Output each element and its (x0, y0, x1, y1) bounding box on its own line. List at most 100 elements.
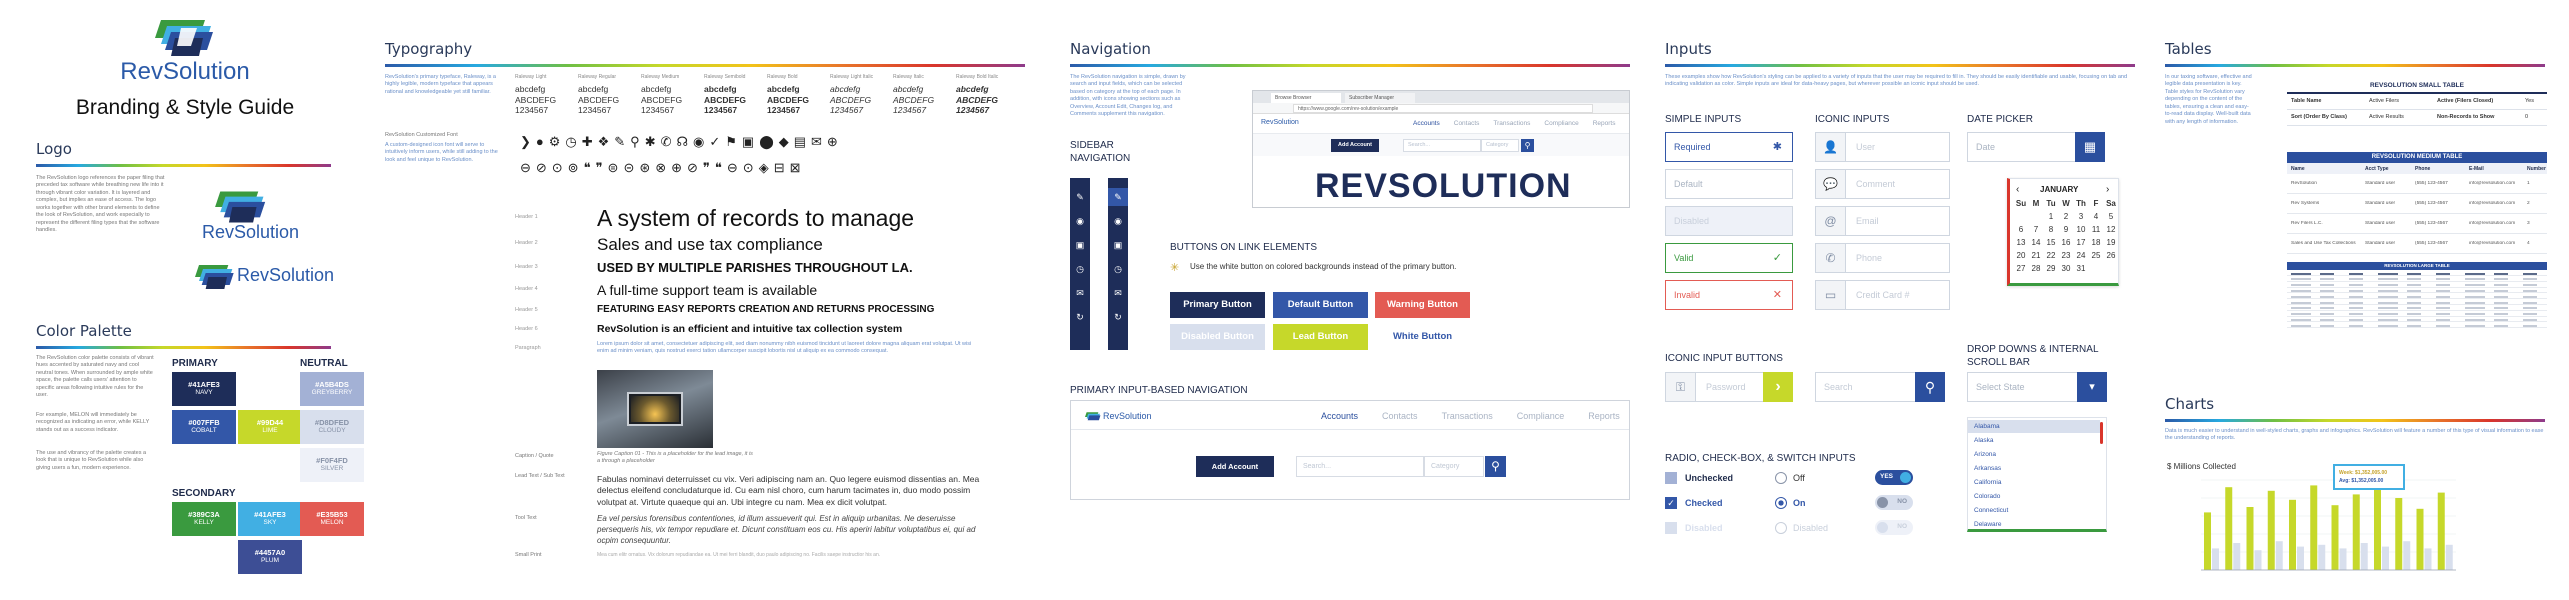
search-icon[interactable]: ⚲ (1915, 372, 1945, 402)
browser-search-input[interactable]: Search... (1403, 139, 1481, 152)
column-header[interactable]: Number (2527, 166, 2546, 172)
calendar-day[interactable]: 28 (2029, 264, 2043, 273)
sidebar-nav-icon[interactable]: ▣ (1070, 236, 1090, 254)
table-row[interactable] (2287, 277, 2547, 282)
sidebar-nav-icon[interactable]: ✎ (1108, 188, 1128, 206)
calendar-day[interactable]: 14 (2029, 238, 2043, 247)
state-option[interactable]: Delaware (1968, 518, 2100, 529)
calendar-day[interactable]: 15 (2044, 238, 2058, 247)
nav-logo[interactable]: RevSolution (1103, 411, 1152, 421)
calendar-day[interactable]: 24 (2074, 251, 2088, 260)
calendar-day[interactable]: 31 (2074, 264, 2088, 273)
lead-button[interactable]: Lead Button (1273, 324, 1368, 350)
iconic-input[interactable]: ✆ Phone (1815, 243, 1950, 273)
sidebar-nav-icon[interactable]: ◷ (1070, 260, 1090, 278)
state-option[interactable]: Alabama (1968, 420, 2100, 433)
warning-button[interactable]: Warning Button (1375, 292, 1470, 318)
calendar-day[interactable]: 29 (2044, 264, 2058, 273)
sidebar-nav-icon[interactable]: ◉ (1070, 212, 1090, 230)
chart-bar[interactable] (2403, 541, 2411, 570)
chart-bar[interactable] (2352, 494, 2360, 570)
chart-bar[interactable] (2204, 512, 2211, 570)
app-logo[interactable]: RevSolution (1261, 119, 1299, 126)
simple-input[interactable]: Disabled (1665, 206, 1793, 236)
chart-bar[interactable] (2212, 548, 2219, 570)
nav-link[interactable]: Accounts (1321, 411, 1358, 421)
iconic-input[interactable]: 👤 User (1815, 132, 1950, 162)
chart-bar[interactable] (2395, 498, 2403, 570)
chart-bar[interactable] (2382, 546, 2389, 570)
column-header[interactable]: Phone (2415, 166, 2430, 172)
submit-arrow-icon[interactable]: › (1763, 372, 1793, 402)
iconic-input[interactable]: 💬 Comment (1815, 169, 1950, 199)
nav-link[interactable]: Contacts (1382, 411, 1418, 421)
chart-bar[interactable] (2246, 507, 2254, 570)
chart-bar[interactable] (2289, 499, 2296, 570)
chart-bar[interactable] (2318, 544, 2326, 570)
calendar-day[interactable]: 18 (2089, 238, 2103, 247)
checkbox-checked[interactable]: ✓ (1665, 497, 1677, 509)
table-row[interactable]: Sales and Use Tax Collections Standard us… (2287, 234, 2547, 254)
calendar-day[interactable]: 10 (2074, 225, 2088, 234)
table-row[interactable] (2287, 323, 2547, 329)
table-row[interactable] (2287, 283, 2547, 288)
sidebar-nav-icon[interactable]: ✎ (1070, 188, 1090, 206)
calendar-day[interactable]: 23 (2059, 251, 2073, 260)
calendar-day[interactable]: 8 (2044, 225, 2058, 234)
white-button[interactable]: White Button (1375, 324, 1470, 350)
disabled-button[interactable]: Disabled Button (1170, 324, 1265, 350)
chart-bar[interactable] (2275, 541, 2283, 570)
primary-filter-select[interactable]: Category (1424, 456, 1484, 477)
dropdown-scrollbar[interactable] (2100, 422, 2103, 444)
calendar-day[interactable]: 20 (2014, 251, 2028, 260)
chart-bar[interactable] (2339, 548, 2347, 570)
checkbox-disabled[interactable] (1665, 522, 1677, 534)
next-month-icon[interactable]: › (2106, 184, 2109, 195)
calendar-day[interactable]: 27 (2014, 264, 2028, 273)
sidebar-nav-icon[interactable]: ✉ (1108, 284, 1128, 302)
browser-tab-1[interactable]: Browse Browser (1271, 93, 1341, 103)
nav-link[interactable]: Reports (1588, 411, 1620, 421)
calendar-day[interactable]: 17 (2074, 238, 2088, 247)
switch-no[interactable]: NO (1875, 495, 1913, 510)
table-row[interactable] (2287, 312, 2547, 317)
state-option[interactable]: California (1968, 476, 2100, 489)
calendar-day[interactable]: 5 (2104, 212, 2118, 221)
sidebar-nav-icon[interactable]: ↻ (1108, 308, 1128, 326)
browser-filter-select[interactable]: Category (1481, 139, 1519, 152)
table-row[interactable]: Rev Systems Standard user (555) 123-4567 in… (2287, 194, 2547, 214)
nav-link[interactable]: Compliance (1517, 411, 1565, 421)
calendar-day[interactable]: 19 (2104, 238, 2118, 247)
chart-bar[interactable] (2297, 546, 2304, 570)
simple-input[interactable]: Default (1665, 169, 1793, 199)
primary-button[interactable]: Primary Button (1170, 292, 1265, 318)
column-header[interactable]: Acct Type (2365, 166, 2389, 172)
nav-link[interactable]: Accounts (1413, 120, 1440, 127)
nav-link[interactable]: Transactions (1493, 120, 1530, 127)
chevron-down-icon[interactable]: ▾ (2077, 372, 2107, 402)
table-row[interactable] (2287, 288, 2547, 294)
chart-bar[interactable] (2424, 548, 2432, 570)
chart-bar[interactable] (2374, 489, 2381, 570)
calendar-day[interactable]: 3 (2074, 212, 2088, 221)
switch-yes[interactable]: YES (1875, 470, 1913, 485)
browser-url[interactable]: https://www.google.com/rev-solution/exam… (1293, 104, 1593, 113)
nav-link[interactable]: Contacts (1454, 120, 1480, 127)
state-option[interactable]: Connecticut (1968, 504, 2100, 517)
radio-off[interactable] (1775, 472, 1787, 484)
add-account-button[interactable]: Add Account (1331, 139, 1379, 152)
iconic-input[interactable]: @ Email (1815, 206, 1950, 236)
table-row[interactable] (2287, 306, 2547, 311)
simple-input[interactable]: Valid ✓ (1665, 243, 1793, 273)
table-row[interactable] (2287, 294, 2547, 300)
calendar-day[interactable]: 11 (2089, 225, 2103, 234)
table-row[interactable]: Rev Filers L.C. Standard user (555) 123-45… (2287, 214, 2547, 234)
sidebar-nav-icon[interactable]: ↻ (1070, 308, 1090, 326)
calendar-day[interactable]: 26 (2104, 251, 2118, 260)
browser-tab-2[interactable]: Subscriber Manager (1345, 93, 1415, 103)
column-header[interactable]: E-Mail (2469, 166, 2484, 172)
search-icon[interactable]: ⚲ (1485, 456, 1506, 477)
table-row[interactable] (2287, 271, 2547, 276)
nav-link[interactable]: Compliance (1544, 120, 1578, 127)
state-option[interactable]: Colorado (1968, 490, 2100, 503)
